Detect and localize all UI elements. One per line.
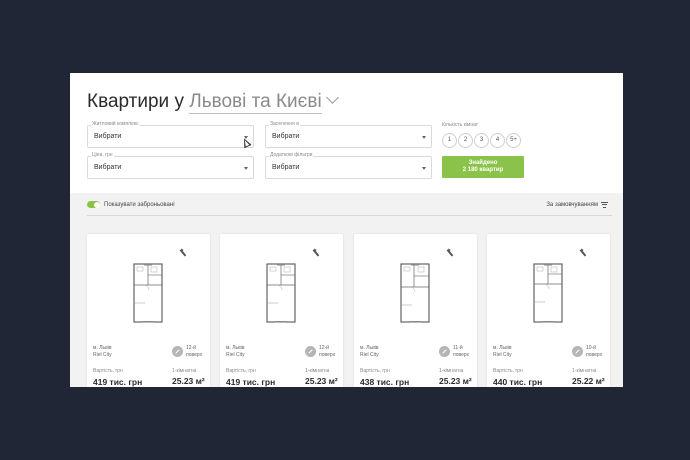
- found-apartments-button[interactable]: Знайдено 2 180 квартир: [442, 156, 524, 178]
- caret-down-icon: [244, 167, 248, 170]
- apartment-card[interactable]: м. Львів Riel City 12-й поверх Вартість,…: [87, 234, 210, 387]
- card-rooms-label: 1-кімнатна: [439, 368, 464, 374]
- price-select[interactable]: Ціна, грн Вибрати: [87, 152, 254, 179]
- floor-plan-image: [400, 263, 430, 323]
- room-option-3[interactable]: 3: [474, 133, 489, 148]
- show-reserved-label: Показувати заброньовані: [104, 202, 175, 208]
- card-area: 25.23 м²: [172, 376, 205, 386]
- card-city: м. Львів: [493, 345, 512, 351]
- apartments-page: Квартири у Львові та Києві Житловий комп…: [70, 73, 623, 387]
- sort-select[interactable]: За замовчуванням: [546, 202, 598, 208]
- floor-icon: [439, 346, 450, 357]
- complex-select[interactable]: Житловий комплекс Вибрати: [87, 121, 254, 148]
- compass-icon: [580, 250, 586, 256]
- divider: [87, 215, 612, 216]
- settle-select[interactable]: Заселення в Вибрати: [265, 121, 432, 148]
- card-city: м. Львів: [93, 345, 112, 351]
- floor-icon: [305, 346, 316, 357]
- floor-icon: [572, 346, 583, 357]
- card-rooms-label: 1-кімнатна: [572, 368, 597, 374]
- room-option-5-plus[interactable]: 5+: [506, 133, 521, 148]
- sort-icon[interactable]: [601, 202, 608, 208]
- apartment-card[interactable]: м. Львів Riel City 11-й поверх Вартість,…: [354, 234, 477, 387]
- price-label: Ціна, грн: [91, 152, 114, 158]
- caret-down-icon: [422, 167, 426, 170]
- title-prefix: Квартири у: [87, 91, 184, 112]
- card-price: 419 тис. грн: [226, 377, 276, 387]
- card-city: м. Львів: [360, 345, 379, 351]
- card-floor-number: 12-й: [186, 345, 197, 351]
- room-option-2[interactable]: 2: [458, 133, 473, 148]
- settle-value: Вибрати: [272, 133, 300, 140]
- card-complex: Riel City: [360, 352, 379, 358]
- card-floor-label: поверх: [319, 352, 336, 358]
- card-city: м. Львів: [226, 345, 245, 351]
- card-price: 419 тис. грн: [93, 377, 143, 387]
- apartment-card[interactable]: м. Львів Riel City 10-й поверх Вартість,…: [487, 234, 610, 387]
- card-floor-number: 10-й: [586, 345, 597, 351]
- floor-plan-image: [266, 263, 296, 323]
- compass-icon: [447, 250, 453, 256]
- settle-label: Заселення в: [269, 121, 300, 127]
- card-floor-number: 11-й: [453, 345, 463, 351]
- card-rooms-label: 1-кімнатна: [172, 368, 197, 374]
- floor-plan-image: [133, 263, 163, 323]
- card-floor-label: поверх: [186, 352, 203, 358]
- show-reserved-toggle[interactable]: [87, 201, 100, 208]
- card-area: 25.23 м²: [439, 376, 472, 386]
- card-complex: Riel City: [493, 352, 512, 358]
- card-cost-label: Вартість, грн: [493, 368, 523, 374]
- card-area: 25.23 м²: [305, 376, 338, 386]
- card-rooms-label: 1-кімнатна: [305, 368, 330, 374]
- compass-icon: [313, 250, 319, 256]
- found-button-line1: Знайдено: [468, 160, 498, 166]
- card-complex: Riel City: [226, 352, 245, 358]
- extra-filters-label: Додаткові фільтри: [269, 152, 314, 158]
- compass-icon: [180, 250, 186, 256]
- card-area: 25.22 м²: [572, 376, 605, 386]
- extra-filters-select[interactable]: Додаткові фільтри Вибрати: [265, 152, 432, 179]
- room-option-1[interactable]: 1: [442, 133, 457, 148]
- card-floor-label: поверх: [453, 352, 470, 358]
- caret-down-icon: [422, 136, 426, 139]
- results-section: Показувати заброньовані За замовчуванням…: [70, 193, 623, 387]
- floor-plan-image: [533, 263, 563, 323]
- complex-label: Житловий комплекс: [91, 121, 140, 127]
- room-option-4[interactable]: 4: [490, 133, 505, 148]
- card-price: 438 тис. грн: [360, 377, 410, 387]
- chevron-down-icon[interactable]: [325, 91, 339, 104]
- price-value: Вибрати: [94, 164, 122, 171]
- rooms-label: Кількість кімнат: [442, 122, 479, 128]
- card-complex: Riel City: [93, 352, 112, 358]
- found-button-line2: 2 180 квартир: [462, 167, 504, 173]
- apartment-card[interactable]: м. Львів Riel City 12-й поверх Вартість,…: [220, 234, 343, 387]
- extra-filters-value: Вибрати: [272, 164, 300, 171]
- page-title: Квартири у Львові та Києві: [87, 91, 339, 114]
- complex-value: Вибрати: [94, 133, 122, 140]
- card-cost-label: Вартість, грн: [226, 368, 256, 374]
- card-floor-number: 12-й: [319, 345, 330, 351]
- city-selector[interactable]: Львові та Києві: [189, 91, 322, 114]
- card-cost-label: Вартість, грн: [93, 368, 123, 374]
- card-floor-label: поверх: [586, 352, 603, 358]
- card-price: 440 тис. грн: [493, 377, 543, 387]
- card-cost-label: Вартість, грн: [360, 368, 390, 374]
- floor-icon: [172, 346, 183, 357]
